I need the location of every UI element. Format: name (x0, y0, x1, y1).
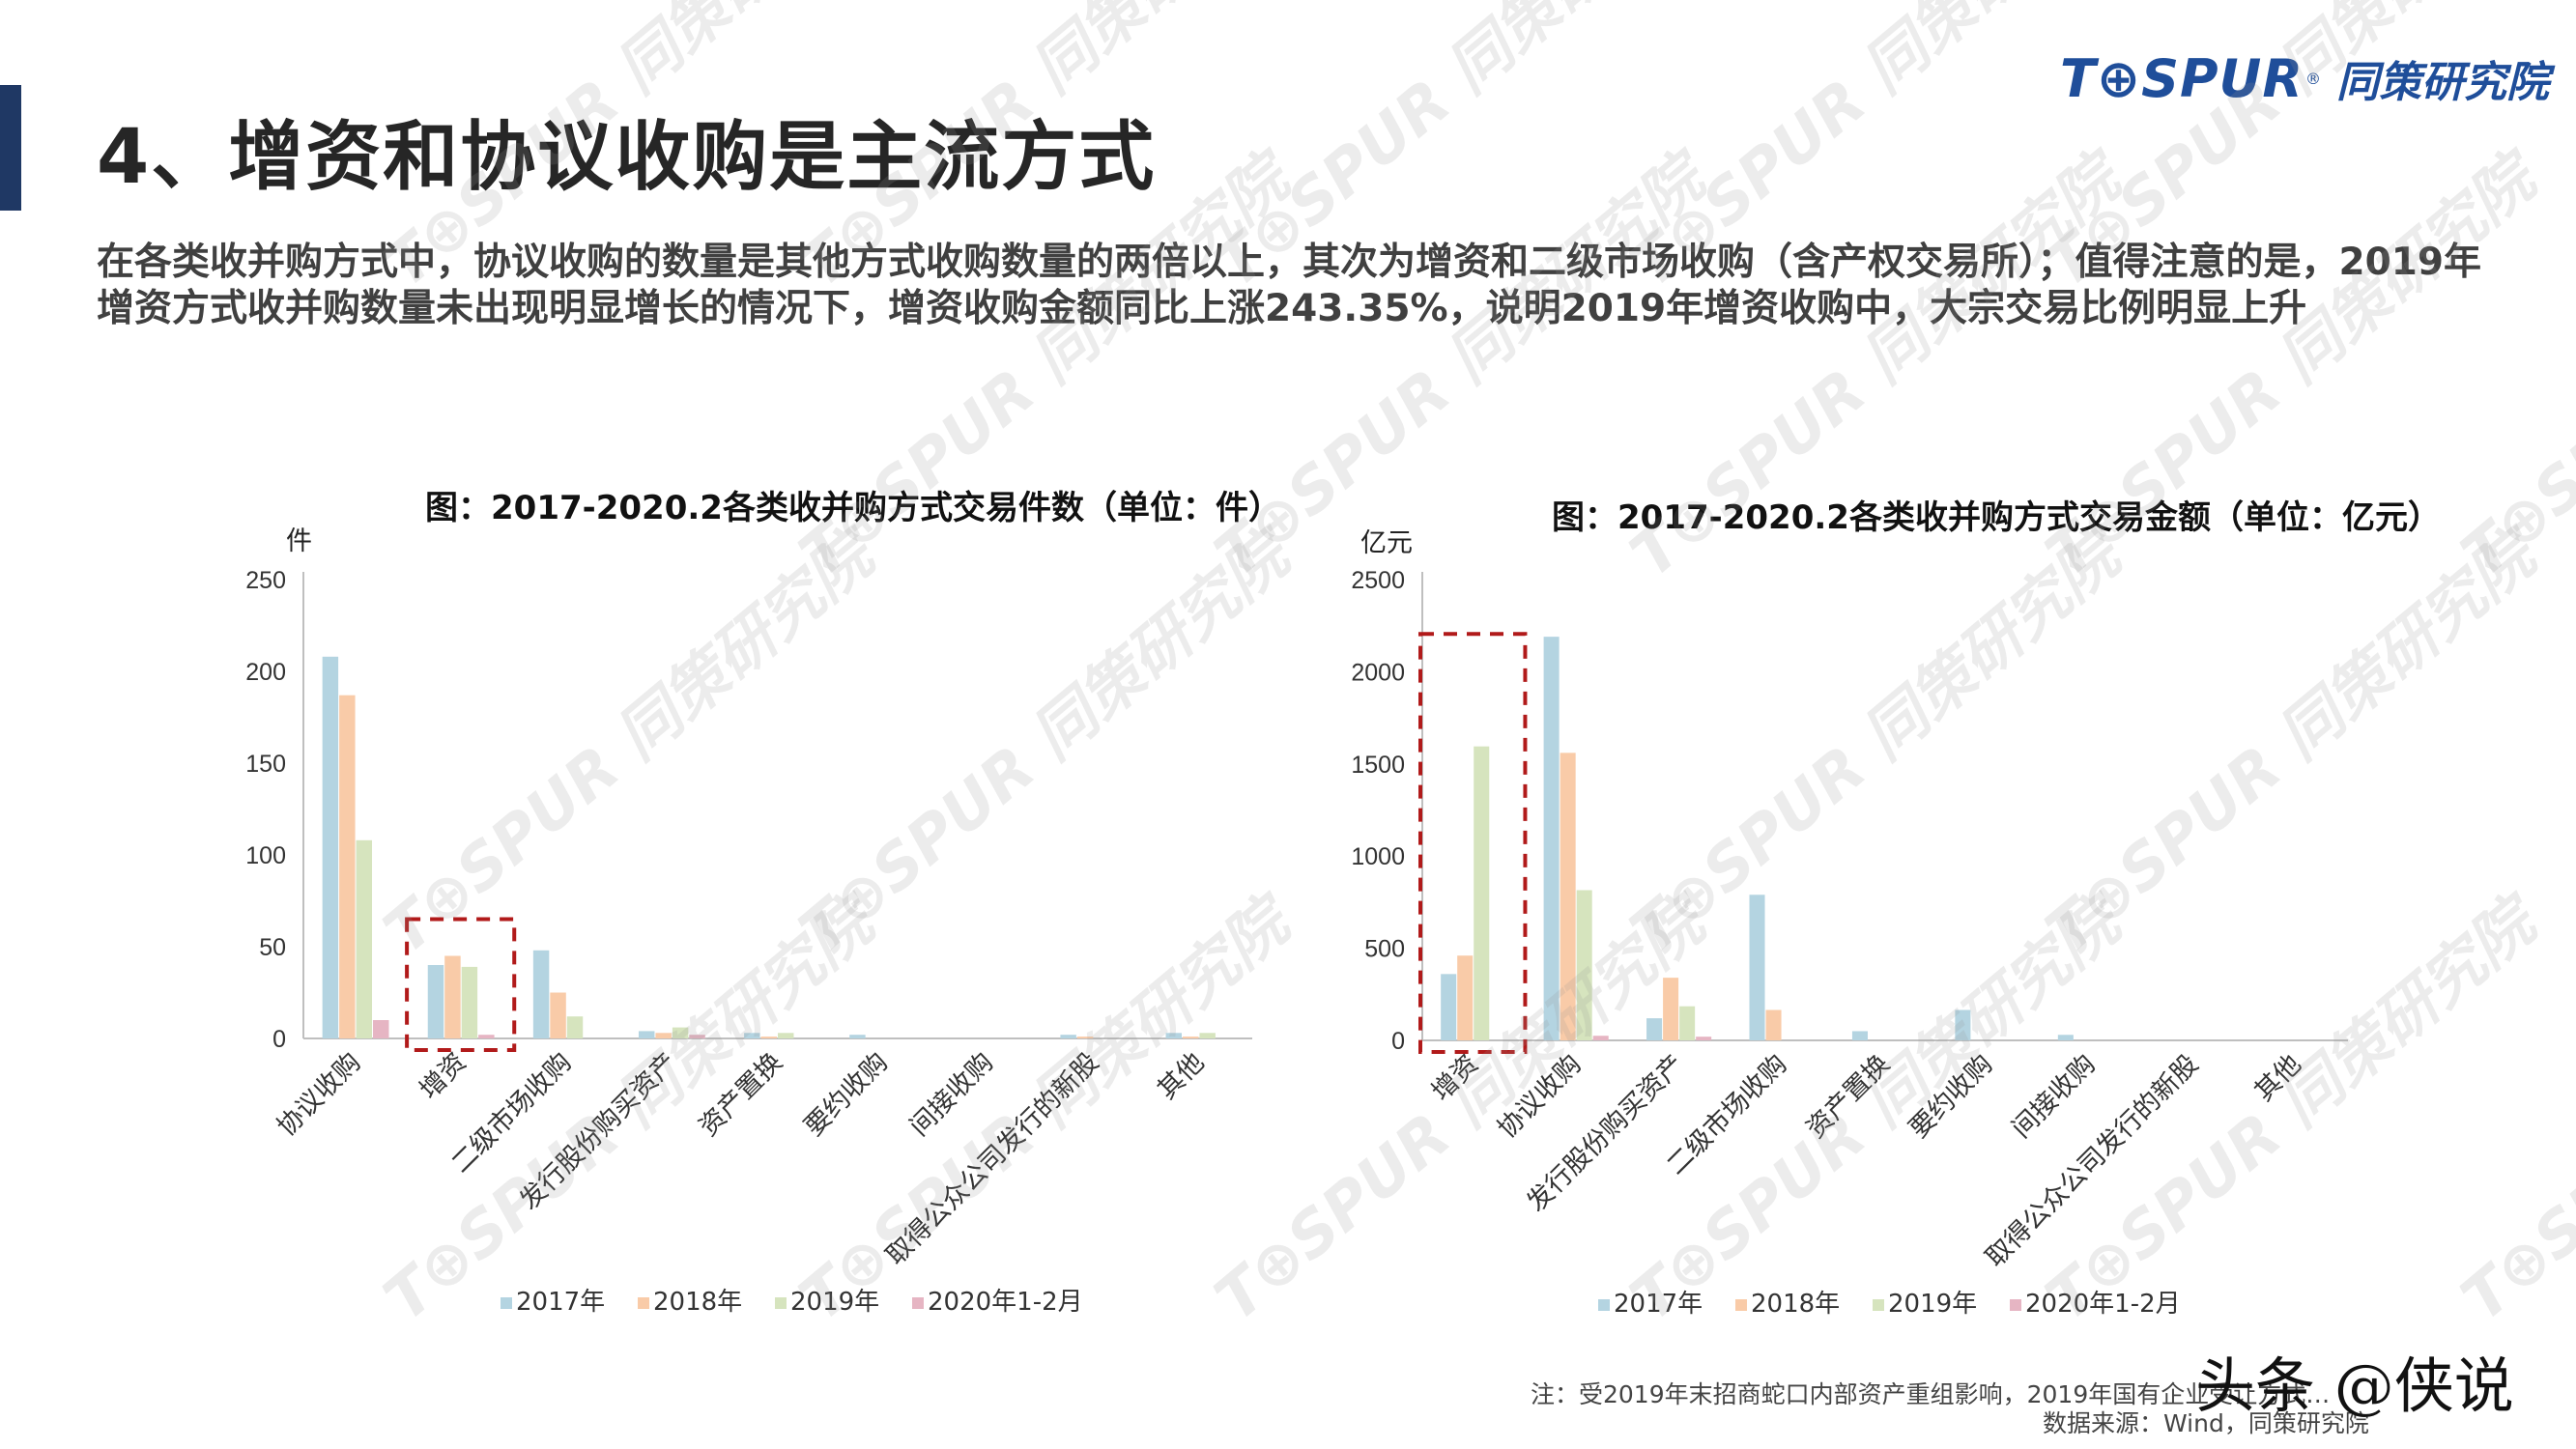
x-category-label: 协议收购 (1492, 1049, 1587, 1144)
bar (1679, 1006, 1696, 1040)
bar (1543, 637, 1560, 1040)
bar (2057, 1035, 2074, 1040)
legend-swatch (1735, 1299, 1747, 1311)
legend-label: 2018年 (1751, 1290, 1840, 1319)
legend-swatch (1598, 1299, 1610, 1311)
legend-swatch (2010, 1299, 2021, 1311)
legend-swatch (1873, 1299, 1884, 1311)
bar (1851, 1031, 1868, 1040)
bar (1646, 1018, 1663, 1040)
bar (1955, 1009, 1971, 1040)
bar (1592, 1036, 1609, 1040)
bar (1474, 746, 1490, 1040)
bar (1457, 955, 1474, 1040)
bar (1560, 753, 1576, 1040)
bar (1441, 974, 1457, 1040)
y-tick-label: 1500 (1351, 752, 1405, 779)
bar (1765, 1009, 1782, 1040)
x-category-label: 资产置换 (1801, 1049, 1896, 1144)
y-tick-label: 0 (1391, 1028, 1405, 1055)
legend-label: 2019年 (1888, 1290, 1977, 1319)
brand-watermark: 头条 @侠说 (2195, 1350, 2514, 1421)
chart2-bar-chart: 05001000150020002500增资 协议收购发行股份购买资产二级市场收购… (1351, 567, 2348, 1319)
y-tick-label: 500 (1364, 936, 1405, 963)
bar (1663, 978, 1679, 1040)
bar (1749, 895, 1765, 1040)
x-category-label: 要约收购 (1903, 1049, 1998, 1144)
bar (1696, 1037, 1712, 1040)
bar (1576, 890, 1592, 1040)
y-tick-label: 2000 (1351, 659, 1405, 686)
y-tick-label: 2500 (1351, 567, 1405, 594)
x-category-label: 其他 (2249, 1049, 2307, 1107)
x-category-label: 间接收购 (2007, 1049, 2102, 1144)
y-tick-label: 1000 (1351, 843, 1405, 870)
x-category-label: 增资 (1426, 1049, 1484, 1107)
x-category-label: 取得公众公司发行的新股 (1980, 1049, 2204, 1273)
legend-label: 2020年1-2月 (2025, 1290, 2181, 1319)
legend-label: 2017年 (1614, 1290, 1703, 1319)
